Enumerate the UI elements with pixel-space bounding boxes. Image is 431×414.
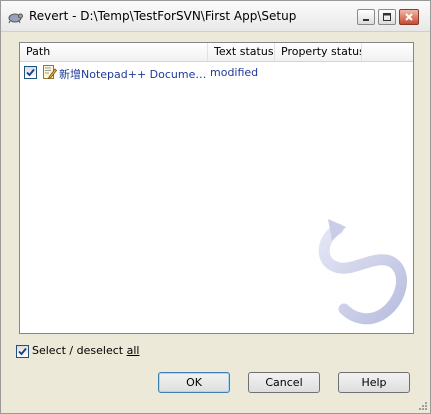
row-checkbox[interactable] bbox=[24, 66, 37, 79]
list-item[interactable]: 新增Notepad++ Documen... modified bbox=[20, 64, 413, 81]
revert-dialog: Revert - D:\Temp\TestForSVN\First App\Se… bbox=[0, 0, 431, 414]
ok-button[interactable]: OK bbox=[158, 372, 230, 393]
select-all-label: Select / deselect all bbox=[32, 344, 140, 357]
close-icon bbox=[405, 13, 413, 21]
checkmark-icon bbox=[18, 347, 27, 356]
file-list[interactable]: Path Text status Property status 新增Notep… bbox=[19, 42, 414, 334]
maximize-icon bbox=[383, 13, 391, 21]
revert-watermark-icon bbox=[318, 219, 407, 325]
title-bar[interactable]: Revert - D:\Temp\TestForSVN\First App\Se… bbox=[1, 1, 430, 32]
column-header-text-status[interactable]: Text status bbox=[208, 43, 275, 61]
select-all-box[interactable] bbox=[16, 345, 29, 358]
close-button[interactable] bbox=[399, 9, 419, 25]
text-document-icon bbox=[43, 65, 57, 80]
help-button[interactable]: Help bbox=[338, 372, 410, 393]
column-header-path[interactable]: Path bbox=[20, 43, 208, 61]
checkmark-icon bbox=[26, 68, 35, 77]
maximize-button[interactable] bbox=[378, 9, 396, 25]
minimize-button[interactable] bbox=[357, 9, 375, 25]
window-title: Revert - D:\Temp\TestForSVN\First App\Se… bbox=[29, 9, 297, 23]
list-header: Path Text status Property status bbox=[20, 43, 413, 62]
row-path: 新增Notepad++ Documen... bbox=[59, 68, 207, 81]
resize-grip-icon[interactable] bbox=[416, 399, 428, 411]
row-text-status: modified bbox=[210, 66, 259, 79]
cancel-button[interactable]: Cancel bbox=[248, 372, 320, 393]
tortoisesvn-icon bbox=[8, 13, 23, 24]
minimize-icon bbox=[363, 19, 369, 21]
column-header-property-status[interactable]: Property status bbox=[275, 43, 362, 61]
